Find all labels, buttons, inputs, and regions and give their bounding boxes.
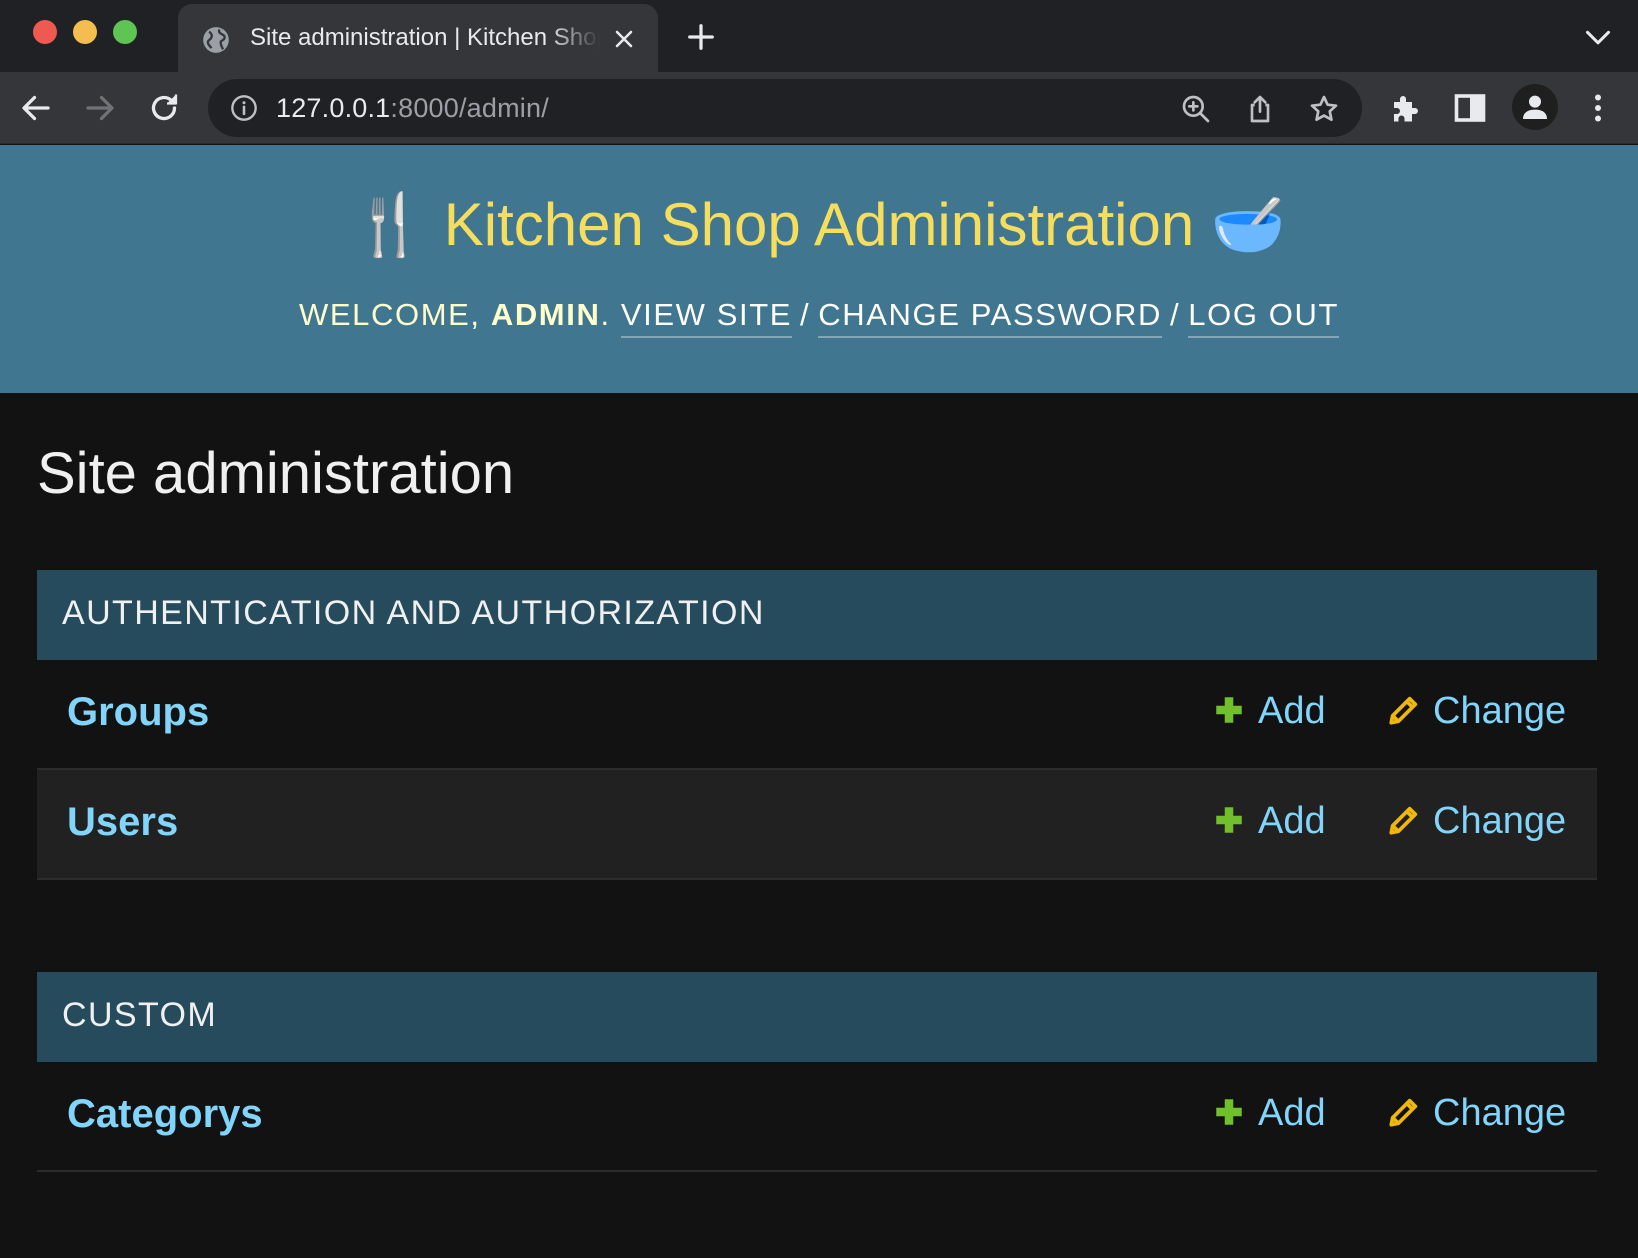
browser-tab-active[interactable]: Site administration | Kitchen Shop Admin…	[178, 4, 658, 72]
forward-arrow-icon[interactable]	[82, 90, 118, 126]
change-label: Change	[1433, 690, 1567, 732]
pencil-icon	[1389, 1098, 1418, 1127]
plus-icon	[1216, 697, 1242, 723]
separator: /	[800, 297, 811, 332]
kebab-menu-icon[interactable]	[1580, 90, 1616, 126]
add-label: Add	[1258, 800, 1326, 842]
table-row: Categorys Add Change	[37, 1062, 1597, 1172]
module-caption[interactable]: Authentication and Authorization	[37, 570, 1597, 660]
model-link-groups[interactable]: Groups	[67, 690, 209, 735]
change-password-link[interactable]: Change password	[818, 297, 1163, 338]
window-close-button[interactable]	[33, 20, 57, 44]
table-row: Users Add Change	[37, 770, 1597, 880]
view-site-link[interactable]: View site	[620, 297, 793, 338]
plus-icon	[1216, 1099, 1242, 1125]
tab-title: Site administration | Kitchen Shop Admin…	[250, 24, 600, 51]
site-title: Kitchen Shop Administration	[443, 191, 1195, 258]
chevron-down-icon[interactable]	[1584, 26, 1612, 48]
module-auth: Authentication and Authorization Groups …	[37, 570, 1597, 880]
model-link-categorys[interactable]: Categorys	[67, 1092, 263, 1137]
table-row: Groups Add Change	[37, 660, 1597, 770]
user-tools: Welcome, admin. View site / Change passwor…	[0, 297, 1638, 338]
address-bar[interactable]: 127.0.0.1:8000/admin/	[208, 79, 1362, 137]
add-label: Add	[1258, 1092, 1326, 1134]
reload-icon[interactable]	[146, 90, 182, 126]
globe-icon	[203, 27, 229, 53]
extensions-puzzle-icon[interactable]	[1388, 90, 1424, 126]
module-custom: Custom Categorys Add Change	[37, 972, 1597, 1172]
plus-icon	[1216, 807, 1242, 833]
pencil-icon	[1389, 806, 1418, 835]
change-label: Change	[1433, 800, 1567, 842]
welcome-text: Welcome,	[299, 297, 481, 332]
add-groups-link[interactable]: Add	[1212, 690, 1326, 738]
user-icon	[1523, 95, 1547, 119]
profile-avatar[interactable]	[1512, 84, 1558, 130]
site-branding[interactable]: 🍴 Kitchen Shop Administration 🥣	[0, 189, 1638, 260]
zoom-icon[interactable]	[1180, 93, 1212, 125]
welcome-period: .	[600, 297, 611, 332]
change-categorys-link[interactable]: Change	[1387, 1092, 1566, 1140]
back-arrow-icon[interactable]	[18, 90, 54, 126]
fork-knife-icon: 🍴	[352, 191, 428, 258]
url-text: 127.0.0.1:8000/admin/	[276, 93, 549, 124]
separator: /	[1170, 297, 1181, 332]
bookmark-star-icon[interactable]	[1308, 93, 1340, 125]
info-icon[interactable]	[230, 94, 258, 122]
bowl-icon: 🥣	[1210, 191, 1286, 258]
add-categorys-link[interactable]: Add	[1212, 1092, 1326, 1140]
site-header: 🍴 Kitchen Shop Administration 🥣 Welcome,…	[0, 145, 1638, 393]
browser-toolbar: 127.0.0.1:8000/admin/	[0, 72, 1638, 144]
url-host: 127.0.0.1	[276, 93, 391, 123]
change-groups-link[interactable]: Change	[1387, 690, 1566, 738]
side-panel-icon[interactable]	[1452, 90, 1488, 126]
browser-tab-bar: Site administration | Kitchen Shop Admin…	[0, 0, 1638, 72]
model-link-users[interactable]: Users	[67, 800, 178, 845]
change-label: Change	[1433, 1092, 1567, 1134]
username: admin	[490, 297, 601, 332]
log-out-link[interactable]: Log out	[1188, 297, 1339, 338]
new-tab-plus-icon[interactable]	[686, 22, 716, 52]
url-path: :8000/admin/	[390, 93, 549, 123]
window-minimize-button[interactable]	[73, 20, 97, 44]
add-label: Add	[1258, 690, 1326, 732]
page-title: Site administration	[37, 441, 515, 506]
pencil-icon	[1389, 696, 1418, 725]
add-users-link[interactable]: Add	[1212, 800, 1326, 848]
close-icon[interactable]	[612, 27, 636, 51]
window-maximize-button[interactable]	[113, 20, 137, 44]
change-users-link[interactable]: Change	[1387, 800, 1566, 848]
share-icon[interactable]	[1244, 93, 1276, 125]
module-caption[interactable]: Custom	[37, 972, 1597, 1062]
